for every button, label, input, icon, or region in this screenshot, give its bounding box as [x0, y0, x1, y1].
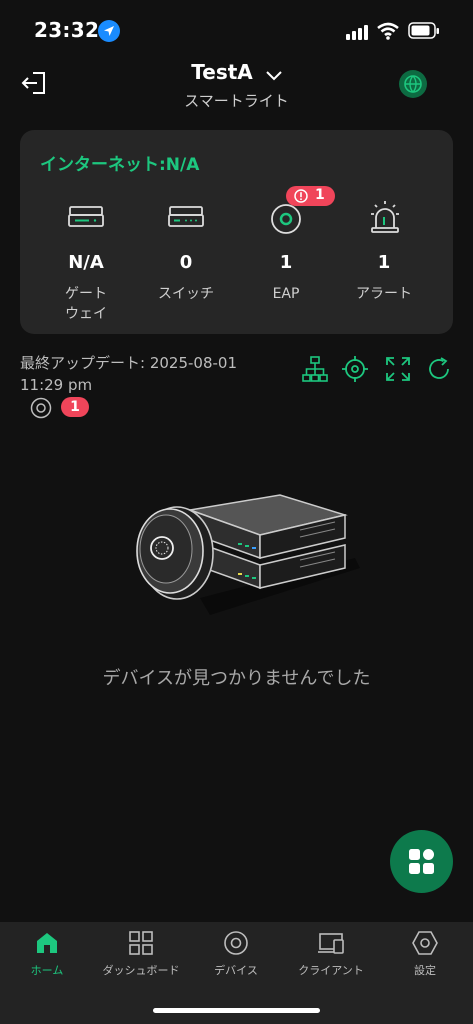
- eap-filter-icon[interactable]: [30, 397, 52, 423]
- tab-label: デバイス: [214, 964, 258, 977]
- tab-home[interactable]: ホーム: [0, 930, 94, 978]
- battery-icon: [408, 22, 440, 44]
- widgets-fab[interactable]: [390, 830, 453, 893]
- tab-label: ダッシュボード: [102, 964, 180, 977]
- internet-status: インターネット:N/A: [40, 155, 200, 175]
- wifi-icon: [377, 22, 399, 44]
- gateway-label: ゲート ウェイ: [65, 286, 107, 322]
- eap-alert-badge: 1: [286, 186, 335, 206]
- tab-clients[interactable]: クライアント: [284, 930, 378, 978]
- no-devices-illustration: [130, 480, 360, 624]
- warning-icon: [294, 189, 308, 203]
- switch-label: スイッチ: [158, 286, 214, 302]
- globe-button[interactable]: [399, 70, 427, 98]
- dashboard-icon: [129, 931, 153, 955]
- topology-button[interactable]: [302, 356, 328, 382]
- gateway-count: N/A: [68, 252, 104, 273]
- expand-icon: [386, 357, 410, 381]
- fullscreen-button[interactable]: [385, 356, 411, 382]
- refresh-button[interactable]: [426, 356, 452, 382]
- eap-icon: [270, 203, 302, 239]
- last-update: 最終アップデート: 2025-08-01 11:29 pm: [20, 354, 237, 394]
- alert-label: アラート: [356, 286, 412, 302]
- gateway-icon: [68, 205, 104, 233]
- home-indicator: [153, 1008, 320, 1013]
- location-icon: [98, 20, 120, 42]
- tab-dashboard[interactable]: ダッシュボード: [94, 930, 188, 978]
- eap-count: 1: [279, 252, 293, 273]
- empty-state-message: デバイスが見つかりませんでした: [102, 668, 371, 689]
- device-icon: [224, 931, 248, 955]
- eap-alert-count: 1: [315, 187, 325, 203]
- client-icon: [318, 933, 344, 954]
- tab-devices[interactable]: デバイス: [189, 930, 283, 978]
- target-icon: [342, 356, 368, 382]
- topology-icon: [302, 356, 328, 382]
- settings-icon: [412, 931, 438, 955]
- cellular-signal-icon: [346, 24, 370, 44]
- status-time: 23:32: [34, 18, 100, 42]
- tab-settings[interactable]: 設定: [378, 930, 472, 978]
- tab-label: 設定: [414, 964, 436, 977]
- alert-count: 1: [377, 252, 391, 273]
- home-icon: [37, 933, 57, 953]
- locate-button[interactable]: [342, 356, 368, 382]
- globe-icon: [404, 75, 422, 93]
- switch-icon: [168, 205, 204, 233]
- site-name: TestA: [191, 60, 253, 84]
- refresh-icon: [429, 357, 449, 379]
- eap-label: EAP: [272, 286, 300, 302]
- grid-icon: [409, 849, 434, 874]
- alarm-icon: [370, 200, 400, 238]
- tab-label: ホーム: [30, 964, 64, 977]
- chevron-down-icon: [266, 62, 282, 86]
- tab-label: クライアント: [298, 964, 364, 977]
- eap-filter-badge: 1: [61, 397, 89, 417]
- switch-count: 0: [179, 252, 193, 273]
